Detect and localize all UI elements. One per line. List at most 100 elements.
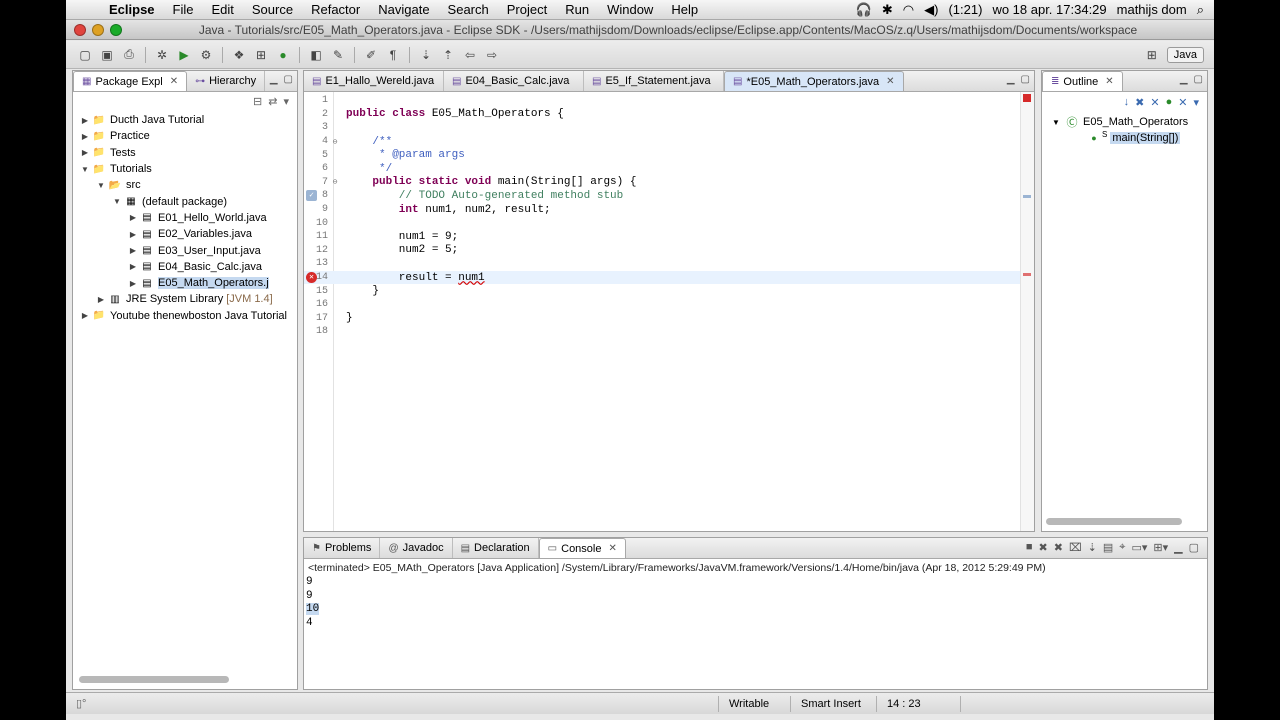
battery-status[interactable]: (1:21) [948,2,982,17]
code-line[interactable]: 14 result = num1 ✕ [304,270,1020,285]
java-perspective-button[interactable]: Java [1166,46,1204,63]
run-icon[interactable]: ▶ [175,46,193,64]
maximize-icon[interactable]: ▢ [1189,541,1199,554]
menu-edit[interactable]: Edit [202,2,242,17]
wifi-icon[interactable]: ◠ [903,2,914,18]
code-editor[interactable]: 1 2 public class E05_Math_Operators {3 4 ⊖ /… [304,92,1034,531]
tree-item[interactable]: ▶ 📁 Tests [73,145,297,161]
editor-tab[interactable]: ▤ E1_Hallo_Wereld.java [304,71,444,91]
tab-javadoc[interactable]: @ Javadoc [380,538,453,558]
horizontal-scrollbar[interactable] [1046,518,1182,525]
remove-launch-icon[interactable]: ✖ [1039,541,1048,554]
fold-collapse-icon[interactable]: ⊖ [330,137,340,147]
tree-item[interactable]: ▶ 📁 Practice [73,128,297,144]
expand-icon[interactable]: ▼ [1048,118,1064,127]
debug-icon[interactable]: ✲ [153,46,171,64]
editor-tab[interactable]: ▤ E5_If_Statement.java [584,71,724,91]
minimize-icon[interactable]: ▁ [1174,541,1182,554]
tree-item[interactable]: ▶ ▥ JRE System Library [JVM 1.4] [73,291,297,307]
remove-all-terminated-icon[interactable]: ✖ [1054,541,1063,554]
expand-icon[interactable]: ▶ [79,311,91,320]
code-line[interactable]: 15 } [304,284,1020,298]
external-tools-icon[interactable]: ⚙ [197,46,215,64]
console-output[interactable]: 9 9 10 4 [304,576,1207,630]
error-marker-icon[interactable]: ✕ [306,271,317,283]
menu-app[interactable]: Eclipse [100,2,164,17]
sort-icon[interactable]: ↓ [1124,96,1130,110]
minimize-icon[interactable]: ▁ [1180,74,1188,85]
code-line[interactable]: 18 [304,325,1020,339]
clear-console-icon[interactable]: ⌧ [1069,541,1082,554]
new-icon[interactable]: ▢ [76,46,94,64]
menu-refactor[interactable]: Refactor [302,2,369,17]
tab-problems[interactable]: ⚑ Problems [304,538,381,558]
tree-item[interactable]: ▼ 📂 src [73,177,297,193]
tree-item[interactable]: ▶ 📁 Ducth Java Tutorial [73,112,297,128]
tree-item[interactable]: ▶ ▤ E04_Basic_Calc.java [73,259,297,275]
maximize-icon[interactable]: ▢ [1194,74,1203,85]
error-summary-icon[interactable] [1023,94,1031,102]
link-with-editor-icon[interactable]: ⇄ [268,95,277,109]
previous-annotation-icon[interactable]: ⇡ [439,46,457,64]
code-line[interactable]: 10 [304,216,1020,230]
close-icon[interactable]: ✕ [1105,76,1113,87]
expand-icon[interactable]: ▶ [127,246,139,255]
code-line[interactable]: 16 [304,298,1020,312]
show-whitespace-icon[interactable]: ¶ [384,46,402,64]
tree-item[interactable]: ▶ ▤ E01_Hello_World.java [73,210,297,226]
code-line[interactable]: 17} [304,312,1020,326]
status-insert-mode[interactable]: Smart Insert [790,695,876,712]
code-line[interactable]: 12 num2 = 5; [304,244,1020,258]
collapse-icon[interactable]: ▼ [79,165,91,174]
code-line[interactable]: 8 // TODO Auto-generated method stub ✓ [304,189,1020,203]
tree-item[interactable]: ▶ ▤ E03_User_Input.java [73,242,297,258]
expand-icon[interactable]: ▶ [79,148,91,157]
search-icon[interactable]: ✎ [329,46,347,64]
menu-help[interactable]: Help [662,2,707,17]
tree-item[interactable]: ▼ ▦ (default package) [73,193,297,209]
save-icon[interactable]: ▣ [98,46,116,64]
menu-source[interactable]: Source [243,2,302,17]
open-perspective-icon[interactable]: ⊞ [1143,46,1161,64]
code-line[interactable]: 5 * @param args [304,148,1020,162]
expand-icon[interactable]: ▶ [95,295,107,304]
forward-icon[interactable]: ⇨ [483,46,501,64]
code-line[interactable]: 2 public class E05_Math_Operators { [304,108,1020,122]
code-line[interactable]: 7 ⊖ public static void main(String[] args… [304,176,1020,190]
error-overview-mark[interactable] [1023,273,1031,276]
hide-local-types-icon[interactable]: ✕ [1178,96,1187,110]
code-line[interactable]: 3 [304,121,1020,135]
hide-static-icon[interactable]: ✕ [1150,96,1159,110]
menu-window[interactable]: Window [598,2,662,17]
maximize-icon[interactable]: ▢ [1021,74,1030,85]
open-console-icon[interactable]: ⊞▾ [1153,541,1168,554]
zoom-window-button[interactable] [110,23,122,36]
close-icon[interactable]: ✕ [886,76,894,87]
user-menu[interactable]: mathijs dom [1117,2,1187,17]
display-selected-console-icon[interactable]: ▭▾ [1131,541,1147,554]
bluetooth-icon[interactable]: ✱ [882,2,893,18]
minimize-window-button[interactable] [92,23,104,36]
outline-class-row[interactable]: ▼ Ⓒ E05_Math_Operators [1042,114,1207,130]
code-line[interactable]: 4 ⊖ /** [304,135,1020,149]
collapse-icon[interactable]: ▼ [95,181,107,190]
hide-fields-icon[interactable]: ✖ [1135,96,1144,110]
menu-search[interactable]: Search [439,2,498,17]
task-overview-mark[interactable] [1023,195,1031,198]
expand-icon[interactable]: ▶ [79,132,91,141]
headphones-icon[interactable]: 🎧 [856,2,872,18]
minimize-icon[interactable]: ▁ [270,74,278,85]
tree-item[interactable]: ▼ 📁 Tutorials [73,161,297,177]
expand-icon[interactable]: ▶ [127,213,139,222]
tab-hierarchy[interactable]: ⊶ Hierarchy [187,71,266,91]
print-icon[interactable]: ⎙ [120,46,138,64]
view-menu-icon[interactable]: ▾ [283,95,289,109]
back-icon[interactable]: ⇦ [461,46,479,64]
close-icon[interactable]: ✕ [608,543,616,554]
menu-file[interactable]: File [164,2,203,17]
code-line[interactable]: 1 [304,94,1020,108]
tree-item[interactable]: ▶ 📁 Youtube thenewboston Java Tutorial [73,308,297,324]
collapse-all-icon[interactable]: ⊟ [253,95,262,109]
outline-method-row[interactable]: ● S main(String[]) [1042,130,1207,146]
view-menu-icon[interactable]: ▾ [1193,96,1199,110]
